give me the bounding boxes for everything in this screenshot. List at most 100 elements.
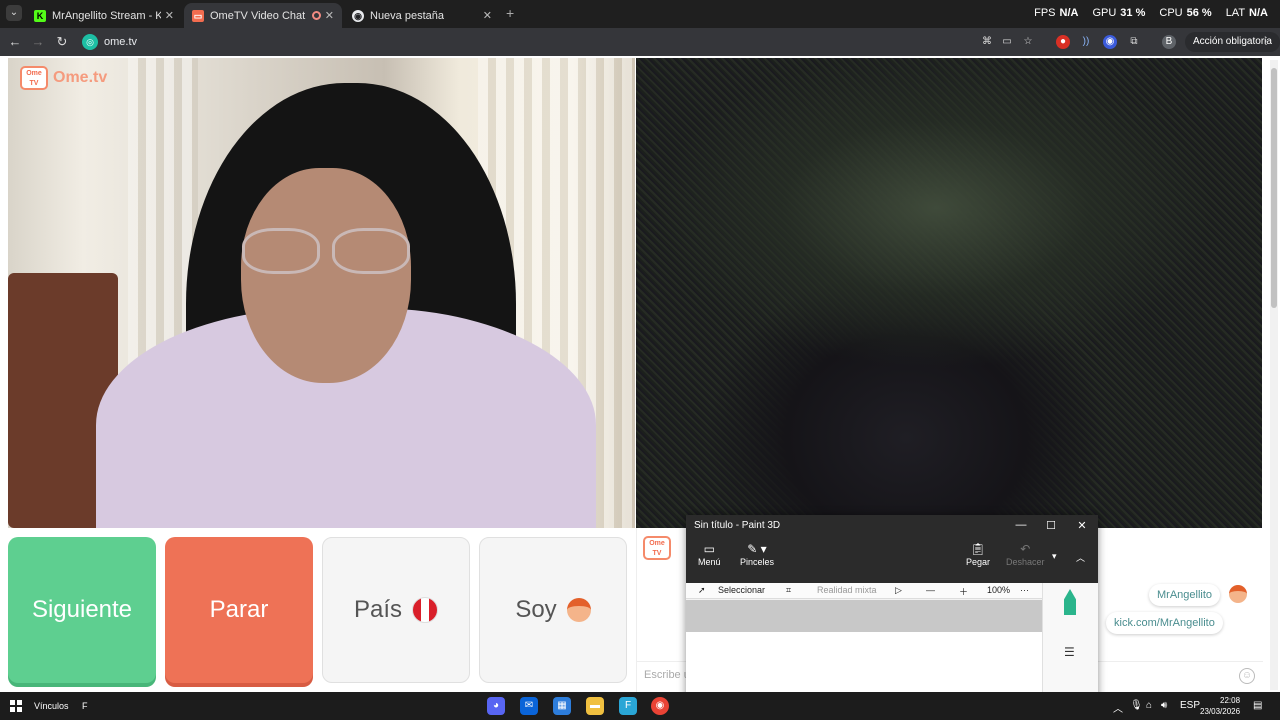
f-app-icon[interactable]: F — [619, 697, 637, 715]
country-button[interactable]: País — [322, 537, 470, 683]
tab-new-tab[interactable]: ◉ Nueva pestaña ✕ — [344, 3, 500, 28]
chrome-icon: ◉ — [352, 9, 364, 22]
new-tab-button[interactable]: + — [506, 5, 514, 21]
close-tab-icon[interactable]: ✕ — [165, 9, 174, 22]
network-icon[interactable]: ⌂ — [1146, 700, 1152, 711]
paste-button[interactable]: 📋︎ Pegar — [966, 541, 990, 567]
file-explorer-icon[interactable]: ▬ — [586, 697, 604, 715]
lat-readout: LAT N/A — [1225, 7, 1268, 19]
links-extra[interactable]: F — [82, 701, 88, 711]
clock[interactable]: 22:08 23/03/2026 — [1200, 695, 1240, 717]
ometv-icon: ▭ — [192, 9, 204, 22]
paint3d-window: Sin título - Paint 3D — ☐ ✕ ▭ Menú ✎ ▾ P… — [686, 515, 1098, 720]
glasses — [236, 228, 416, 276]
address-bar[interactable]: ◎ ome.tv — [82, 31, 962, 53]
chat-message: kick.com/MrAngellito — [1106, 612, 1223, 634]
volume-icon[interactable]: 🔊︎ — [1161, 700, 1167, 711]
kick-icon: K — [34, 9, 46, 22]
emoji-icon[interactable]: ☺ — [1239, 668, 1255, 684]
ometv-logo-icon: Ome TV — [20, 66, 48, 90]
translate-icon[interactable]: ⌘ — [980, 35, 994, 49]
forward-icon[interactable]: → — [30, 34, 46, 49]
select-tool[interactable]: Seleccionar — [718, 585, 765, 595]
tray-overflow-icon[interactable]: ︿ — [1113, 700, 1123, 715]
ometv-logo: Ome TV Ome.tv — [20, 66, 107, 90]
tab-search-icon[interactable]: ⌄ — [6, 5, 22, 21]
tab-kick-dashboard[interactable]: K MrAngellito Stream - Kick Dashb ✕ — [26, 3, 182, 28]
fps-readout: FPS N/A — [1034, 7, 1079, 19]
windows-taskbar: Vínculos F ◕ ✉ ▦ ▬ F ◉ ︿ 🎙︎ ⌂ 🔊︎ ESP 22:… — [0, 692, 1280, 720]
windows-start-icon[interactable] — [10, 700, 22, 712]
more-menu-icon[interactable]: ⋮ — [1259, 35, 1273, 49]
tab-ometv[interactable]: ▭ OmeTV Video Chat — Ome ✕ — [184, 3, 342, 28]
record-extension-icon[interactable]: ● — [1056, 35, 1070, 49]
boy-emoji-icon — [566, 598, 591, 622]
ometv-logo-text: Ome.tv — [53, 69, 108, 86]
remote-camera-video — [636, 58, 1262, 528]
clock-time: 22:08 — [1220, 696, 1241, 705]
site-info-icon[interactable]: ◎ — [82, 34, 98, 50]
zoom-in-icon[interactable]: ＋ — [959, 585, 968, 598]
paint3d-toolbar: ➚ Seleccionar ⌗ Realidad mixta ▷ — ＋ 100… — [686, 583, 1042, 599]
chat-input-placeholder: Escribe u — [644, 669, 690, 681]
collapse-ribbon-icon[interactable]: ︿ — [1076, 551, 1085, 564]
mail-icon[interactable]: ✉ — [520, 697, 538, 715]
folder-icon: ▭ — [703, 542, 715, 556]
reload-icon[interactable]: ↻ — [54, 34, 70, 50]
marker-brush-icon[interactable] — [1064, 589, 1076, 615]
url-text: ome.tv — [104, 36, 138, 48]
performance-overlay: FPS N/A GPU 31 % CPU 56 % LAT N/A — [1034, 7, 1268, 19]
paint3d-titlebar[interactable]: Sin título - Paint 3D — [686, 515, 1098, 537]
zoom-out-icon[interactable]: — — [926, 585, 935, 595]
dropdown-icon[interactable]: ▾ — [1052, 551, 1057, 562]
cpu-readout: CPU 56 % — [1159, 7, 1212, 19]
chat-ometv-logo: Ome TV — [643, 536, 671, 560]
user-avatar-icon — [1229, 585, 1247, 603]
gpu-readout: GPU 31 % — [1092, 7, 1146, 19]
adjust-icon[interactable]: ☰ — [1064, 645, 1075, 659]
chrome-icon[interactable]: ◉ — [651, 697, 669, 715]
recording-icon — [311, 11, 321, 20]
mixed-reality-tool[interactable]: Realidad mixta — [817, 585, 877, 595]
clock-date: 23/03/2026 — [1200, 707, 1241, 716]
gender-button[interactable]: Soy — [479, 537, 627, 683]
links-toolbar[interactable]: Vínculos — [34, 701, 69, 711]
notifications-icon[interactable]: ▤ — [1253, 700, 1262, 711]
microphone-icon[interactable]: 🎙︎ — [1130, 700, 1143, 711]
scrollbar-thumb[interactable] — [1271, 68, 1277, 308]
bookmark-star-icon[interactable]: ☆ — [1021, 35, 1035, 49]
canvas-workspace — [686, 600, 1042, 632]
menu-button[interactable]: ▭ Menú — [698, 541, 721, 567]
close-tab-icon[interactable]: ✕ — [483, 9, 492, 22]
crop-icon[interactable]: ⌗ — [786, 585, 791, 596]
stop-button[interactable]: Parar — [165, 537, 313, 683]
page-scrollbar[interactable] — [1270, 60, 1278, 690]
discord-icon[interactable]: ◕ — [487, 697, 505, 715]
paint3d-ribbon: ▭ Menú ✎ ▾ Pinceles 📋︎ Pegar ↶ Deshacer … — [686, 537, 1098, 583]
close-icon[interactable]: ✕ — [1075, 519, 1089, 532]
extensions-puzzle-icon[interactable]: ⧉ — [1127, 35, 1141, 49]
undo-icon: ↶ — [1020, 542, 1031, 556]
audio-extension-icon[interactable]: )) — [1079, 35, 1093, 49]
language-indicator[interactable]: ESP — [1180, 700, 1200, 711]
cast-icon[interactable]: ▭ — [1000, 35, 1014, 49]
store-icon[interactable]: ▦ — [553, 697, 571, 715]
next-button[interactable]: Siguiente — [8, 537, 156, 683]
back-icon[interactable]: ← — [7, 34, 23, 49]
comment-icon[interactable]: ▷ — [895, 585, 902, 596]
zoom-level[interactable]: 100% — [987, 585, 1010, 595]
paint3d-title: Sin título - Paint 3D — [694, 520, 781, 531]
undo-button[interactable]: ↶ Deshacer — [1006, 541, 1045, 567]
more-tools-icon[interactable]: ··· — [1020, 585, 1029, 595]
close-tab-icon[interactable]: ✕ — [325, 9, 334, 22]
extension-icon[interactable]: ◉ — [1103, 35, 1117, 49]
tab-title: Nueva pestaña — [370, 9, 444, 22]
select-arrow-icon[interactable]: ➚ — [698, 585, 706, 596]
brushes-button[interactable]: ✎ ▾ Pinceles — [740, 541, 774, 567]
gender-button-label: Soy — [515, 596, 557, 623]
profile-avatar[interactable]: B — [1162, 35, 1176, 49]
minimize-icon[interactable]: — — [1014, 519, 1028, 531]
tab-title: MrAngellito Stream - Kick Dashb — [52, 9, 161, 22]
maximize-icon[interactable]: ☐ — [1044, 519, 1058, 532]
ometv-logo-icon: Ome TV — [643, 536, 671, 560]
